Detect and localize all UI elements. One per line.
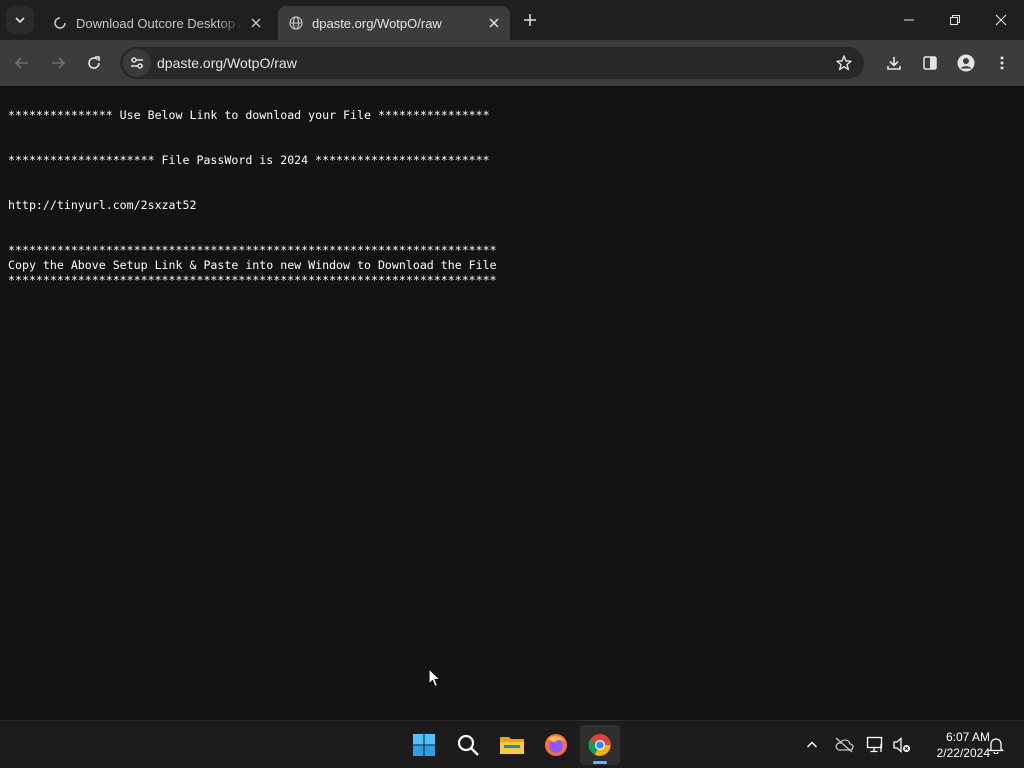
new-tab-button[interactable]	[518, 8, 542, 32]
downloads-button[interactable]	[880, 49, 908, 77]
close-window-button[interactable]	[978, 0, 1024, 40]
network-tray-icon[interactable]	[864, 733, 888, 757]
profile-avatar-icon	[957, 54, 975, 72]
tab-favicon-icon	[52, 15, 68, 31]
tab-dpaste[interactable]: dpaste.org/WotpO/raw	[278, 6, 510, 40]
profile-button[interactable]	[952, 49, 980, 77]
text-line	[8, 183, 497, 198]
reload-icon	[88, 56, 100, 69]
firefox-icon	[545, 734, 567, 756]
close-tab-icon[interactable]	[246, 13, 266, 33]
tab-strip: Download Outcore Desktop Adventure dpast…	[0, 0, 1024, 40]
site-info-icon[interactable]	[123, 49, 151, 77]
mouse-cursor-icon	[428, 668, 442, 688]
windows-logo-icon	[413, 734, 435, 756]
tab-download-outcore[interactable]: Download Outcore Desktop Adventure	[40, 6, 272, 40]
clock-date: 2/22/2024	[936, 746, 990, 760]
text-line: *************** Use Below Link to downlo…	[8, 108, 490, 122]
text-line	[8, 228, 497, 243]
speaker-muted-icon	[893, 737, 910, 753]
address-bar[interactable]: dpaste.org/WotpO/raw	[120, 47, 864, 79]
forward-button[interactable]	[44, 49, 72, 77]
start-button[interactable]	[404, 725, 444, 765]
more-vert-icon	[1000, 56, 1004, 70]
download-icon	[887, 57, 901, 70]
menu-button[interactable]	[988, 49, 1016, 77]
side-panel-icon	[923, 56, 937, 70]
taskbar: 6:07 AM 2/22/2024	[0, 720, 1024, 768]
active-app-indicator	[593, 761, 607, 764]
restore-button[interactable]	[932, 0, 978, 40]
folder-icon	[500, 737, 524, 754]
tab-title: dpaste.org/WotpO/raw	[312, 15, 442, 31]
onedrive-tray-icon[interactable]	[832, 733, 856, 757]
side-panel-button[interactable]	[916, 49, 944, 77]
notifications-button[interactable]	[984, 733, 1008, 757]
password-line: ********************* File PassWord is 2…	[8, 153, 490, 167]
search-icon	[457, 734, 479, 756]
text-line	[8, 168, 497, 183]
instruction-line: Copy the Above Setup Link & Paste into n…	[8, 258, 497, 272]
tab-title: Download Outcore Desktop Adventure	[76, 15, 242, 31]
close-tab-icon[interactable]	[484, 13, 504, 33]
system-clock[interactable]: 6:07 AM 2/22/2024	[916, 729, 990, 761]
clock-time: 6:07 AM	[945, 730, 990, 744]
separator-line: ****************************************…	[8, 243, 497, 257]
chrome-button[interactable]	[580, 725, 620, 765]
bookmark-star-icon[interactable]	[830, 49, 858, 77]
chevron-up-icon	[807, 741, 817, 748]
volume-tray-icon[interactable]	[890, 733, 914, 757]
network-icon	[866, 736, 883, 753]
firefox-button[interactable]	[536, 725, 576, 765]
globe-icon	[288, 15, 304, 31]
text-line	[8, 123, 497, 138]
bell-icon	[988, 738, 1004, 754]
file-explorer-button[interactable]	[492, 725, 532, 765]
show-hidden-icons-button[interactable]	[800, 733, 824, 757]
download-url-line[interactable]: http://tinyurl.com/2sxzat52	[8, 198, 497, 213]
close-icon	[995, 14, 1007, 26]
arrow-left-icon	[14, 57, 28, 69]
tab-search-button[interactable]	[6, 6, 34, 34]
separator-line: ****************************************…	[8, 273, 497, 287]
text-line	[8, 213, 497, 228]
search-button[interactable]	[448, 725, 488, 765]
chevron-down-icon	[15, 17, 25, 24]
page-content: *************** Use Below Link to downlo…	[0, 86, 1024, 720]
reload-button[interactable]	[80, 49, 108, 77]
cloud-off-icon	[835, 737, 854, 753]
plus-icon	[524, 14, 536, 26]
raw-text: *************** Use Below Link to downlo…	[8, 108, 497, 288]
arrow-right-icon	[52, 57, 66, 69]
restore-icon	[950, 15, 960, 25]
chrome-icon	[588, 734, 611, 756]
address-url[interactable]: dpaste.org/WotpO/raw	[157, 55, 830, 71]
minimize-icon	[904, 19, 914, 21]
text-line	[8, 138, 497, 153]
browser-toolbar: dpaste.org/WotpO/raw	[0, 40, 1024, 86]
back-button[interactable]	[8, 49, 36, 77]
minimize-button[interactable]	[886, 0, 932, 40]
